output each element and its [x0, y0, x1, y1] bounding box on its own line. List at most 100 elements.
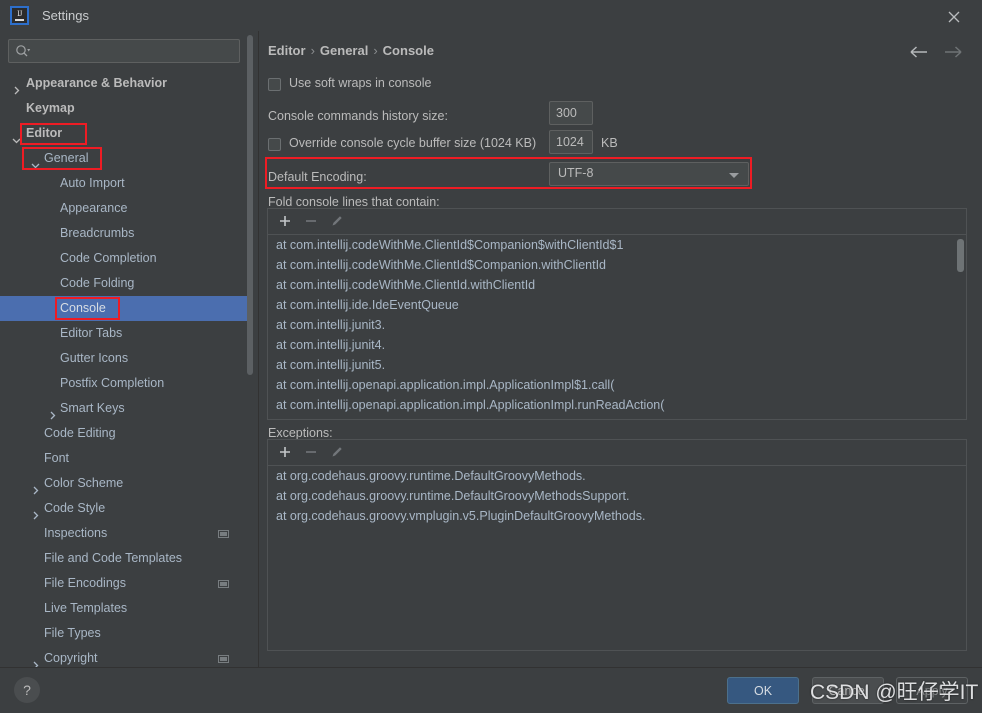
- history-size-input[interactable]: [549, 101, 593, 125]
- ok-button[interactable]: OK: [727, 677, 799, 704]
- sidebar-item-auto-import[interactable]: Auto Import: [0, 171, 247, 196]
- plus-icon[interactable]: [277, 213, 297, 231]
- sidebar-item-label: Font: [44, 451, 70, 465]
- override-buffer-checkbox[interactable]: [268, 138, 281, 151]
- sidebar-item-breadcrumbs[interactable]: Breadcrumbs: [0, 221, 247, 246]
- pencil-icon[interactable]: [329, 213, 349, 231]
- list-item[interactable]: at com.intellij.junit3.: [268, 315, 966, 335]
- sidebar-item-label: Console: [60, 301, 106, 315]
- override-buffer-input[interactable]: [549, 130, 593, 154]
- sidebar-item-label: Code Folding: [60, 276, 135, 290]
- arrow-right-icon[interactable]: [940, 41, 964, 63]
- chevron-right-icon[interactable]: [31, 504, 40, 520]
- sidebar-item-label: Postfix Completion: [60, 376, 165, 390]
- fold-list-panel: at com.intellij.codeWithMe.ClientId$Comp…: [267, 208, 967, 420]
- sidebar-item-label: File Types: [44, 626, 101, 640]
- sidebar-item-label: Auto Import: [60, 176, 125, 190]
- minus-icon[interactable]: [303, 213, 323, 231]
- sidebar-item-color-scheme[interactable]: Color Scheme: [0, 471, 247, 496]
- search-icon[interactable]: [15, 44, 31, 58]
- sidebar-item-gutter-icons[interactable]: Gutter Icons: [0, 346, 247, 371]
- list-item[interactable]: at com.intellij.junit5.: [268, 355, 966, 375]
- list-item[interactable]: at org.codehaus.groovy.runtime.DefaultGr…: [268, 486, 966, 506]
- title-bar: IJ Settings: [0, 0, 982, 32]
- list-item[interactable]: at com.intellij.codeWithMe.ClientId$Comp…: [268, 255, 966, 275]
- list-item[interactable]: at com.intellij.ide.IdeEventQueue: [268, 295, 966, 315]
- sidebar-item-smart-keys[interactable]: Smart Keys: [0, 396, 247, 421]
- sidebar-item-file-encodings[interactable]: File Encodings: [0, 571, 247, 596]
- breadcrumb-separator: ›: [310, 43, 315, 58]
- default-encoding-combo[interactable]: UTF-8: [549, 162, 749, 186]
- chevron-right-icon[interactable]: [48, 404, 57, 420]
- fold-list[interactable]: at com.intellij.codeWithMe.ClientId$Comp…: [268, 235, 966, 419]
- exceptions-section-label: Exceptions:: [268, 426, 333, 440]
- breadcrumb-separator: ›: [373, 43, 378, 58]
- chevron-down-icon[interactable]: [31, 154, 40, 169]
- dialog-footer: ? OK Cancel Apply: [0, 667, 982, 713]
- default-encoding-label: Default Encoding:: [268, 170, 367, 184]
- sidebar-item-console[interactable]: Console: [0, 296, 247, 321]
- chevron-right-icon[interactable]: [12, 79, 21, 95]
- minus-icon[interactable]: [303, 444, 323, 462]
- sidebar-item-editor-tabs[interactable]: Editor Tabs: [0, 321, 247, 346]
- search-field-wrapper: [8, 39, 240, 63]
- breadcrumb-segment[interactable]: Console: [383, 43, 434, 58]
- sidebar-item-label: Inspections: [44, 526, 108, 540]
- override-buffer-unit-label: KB: [601, 136, 618, 150]
- sidebar-item-live-templates[interactable]: Live Templates: [0, 596, 247, 621]
- sidebar-item-code-folding[interactable]: Code Folding: [0, 271, 247, 296]
- soft-wraps-checkbox[interactable]: [268, 78, 281, 91]
- intellij-idea-logo-icon: IJ: [10, 6, 29, 25]
- pencil-icon[interactable]: [329, 444, 349, 462]
- help-button[interactable]: ?: [14, 677, 40, 703]
- sidebar-item-code-completion[interactable]: Code Completion: [0, 246, 247, 271]
- project-scope-icon: [218, 655, 229, 663]
- list-item[interactable]: at com.intellij.junit4.: [268, 335, 966, 355]
- settings-tree: Appearance & Behavior Keymap Editor General…: [0, 71, 258, 667]
- chevron-right-icon[interactable]: [31, 654, 40, 667]
- list-item[interactable]: at org.codehaus.groovy.runtime.DefaultGr…: [268, 466, 966, 486]
- sidebar-item-file-and-code-templates[interactable]: File and Code Templates: [0, 546, 247, 571]
- fold-section-label: Fold console lines that contain:: [268, 195, 440, 209]
- list-item[interactable]: at com.intellij.openapi.application.impl…: [268, 395, 966, 415]
- sidebar-item-postfix-completion[interactable]: Postfix Completion: [0, 371, 247, 396]
- sidebar-item-appearance[interactable]: Appearance: [0, 196, 247, 221]
- sidebar-item-code-style[interactable]: Code Style: [0, 496, 247, 521]
- cancel-button[interactable]: Cancel: [812, 677, 884, 704]
- chevron-down-icon: [729, 173, 739, 178]
- navigation-arrows: [908, 41, 968, 63]
- plus-icon[interactable]: [277, 444, 297, 462]
- search-input[interactable]: [35, 42, 237, 62]
- sidebar-item-code-editing[interactable]: Code Editing: [0, 421, 247, 446]
- sidebar-item-editor[interactable]: Editor: [0, 121, 247, 146]
- default-encoding-value: UTF-8: [558, 166, 594, 180]
- sidebar-item-font[interactable]: Font: [0, 446, 247, 471]
- sidebar-item-label: Code Completion: [60, 251, 157, 265]
- close-icon[interactable]: [931, 0, 976, 31]
- sidebar-scrollbar-thumb[interactable]: [247, 35, 253, 375]
- settings-dialog: IJ Settings Appearance & Behavior Keymap E…: [0, 0, 982, 713]
- exceptions-list[interactable]: at org.codehaus.groovy.runtime.DefaultGr…: [268, 466, 966, 650]
- chevron-right-icon[interactable]: [31, 479, 40, 495]
- apply-button[interactable]: Apply: [896, 677, 968, 704]
- override-buffer-label: Override console cycle buffer size (1024…: [289, 136, 537, 150]
- chevron-down-icon[interactable]: [12, 129, 21, 144]
- sidebar-item-label: Appearance: [60, 201, 128, 215]
- breadcrumb-segment[interactable]: General: [320, 43, 368, 58]
- sidebar-item-inspections[interactable]: Inspections: [0, 521, 247, 546]
- sidebar-item-copyright[interactable]: Copyright: [0, 646, 247, 667]
- sidebar-item-appearance-behavior[interactable]: Appearance & Behavior: [0, 71, 247, 96]
- fold-list-scrollbar-thumb[interactable]: [957, 239, 964, 272]
- sidebar-item-keymap[interactable]: Keymap: [0, 96, 247, 121]
- list-item[interactable]: at com.intellij.codeWithMe.ClientId$Comp…: [268, 235, 966, 255]
- sidebar-item-general[interactable]: General: [0, 146, 247, 171]
- sidebar-item-file-types[interactable]: File Types: [0, 621, 247, 646]
- sidebar-item-label: Editor: [26, 126, 63, 140]
- settings-sidebar: Appearance & Behavior Keymap Editor General…: [0, 31, 259, 667]
- list-item[interactable]: at org.codehaus.groovy.vmplugin.v5.Plugi…: [268, 506, 966, 526]
- list-item[interactable]: at com.intellij.openapi.application.impl…: [268, 375, 966, 395]
- list-item[interactable]: at com.intellij.codeWithMe.ClientId.with…: [268, 275, 966, 295]
- breadcrumb-segment[interactable]: Editor: [268, 43, 306, 58]
- history-size-label: Console commands history size:: [268, 109, 448, 123]
- arrow-left-icon[interactable]: [908, 41, 932, 63]
